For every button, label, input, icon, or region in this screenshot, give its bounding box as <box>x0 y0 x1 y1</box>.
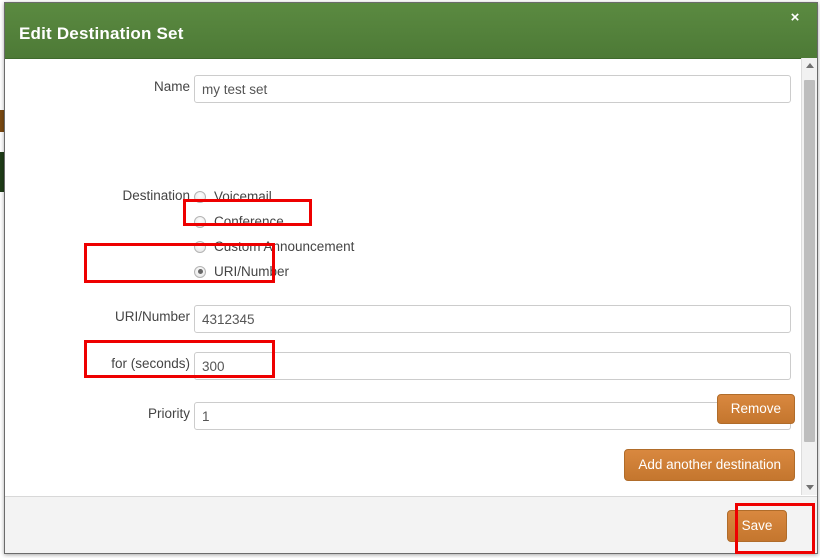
radio-option-label: URI/Number <box>214 264 290 279</box>
radio-dot-selected-icon <box>194 265 206 278</box>
close-icon[interactable]: × <box>787 10 803 26</box>
dialog-body: Name Destination Voicemail Conference Cu… <box>5 59 817 496</box>
radio-dot-icon <box>194 215 206 228</box>
dialog-title: Edit Destination Set <box>19 24 184 43</box>
save-button[interactable]: Save <box>727 510 787 542</box>
radio-option-custom-announcement[interactable]: Custom Announcement <box>194 234 354 259</box>
form-row-priority: Priority <box>5 402 795 432</box>
remove-button[interactable]: Remove <box>716 394 795 424</box>
form-row-uri-number: URI/Number <box>5 305 795 335</box>
uri-number-label: URI/Number <box>114 309 190 324</box>
name-label: Name <box>153 79 190 94</box>
priority-label: Priority <box>147 406 190 421</box>
destination-radio-group: Voicemail Conference Custom Announcement… <box>194 184 354 284</box>
form-row-name: Name <box>5 75 795 105</box>
radio-dot-icon <box>194 190 206 203</box>
radio-dot-icon <box>194 240 206 253</box>
scroll-down-arrow-icon[interactable] <box>802 479 817 495</box>
form-row-for-seconds: for (seconds) <box>5 352 795 382</box>
destination-label: Destination <box>122 188 190 203</box>
radio-option-label: Voicemail <box>214 189 272 204</box>
priority-input[interactable] <box>194 402 791 430</box>
radio-option-label: Conference <box>214 214 284 229</box>
dialog-header: Edit Destination Set × <box>5 3 817 59</box>
scrollbar-thumb[interactable] <box>804 80 815 442</box>
vertical-scrollbar[interactable] <box>801 58 817 495</box>
name-input[interactable] <box>194 75 791 103</box>
radio-option-uri-number[interactable]: URI/Number <box>194 259 354 284</box>
scroll-up-arrow-icon[interactable] <box>802 58 817 74</box>
dialog-footer: Save <box>5 496 817 553</box>
radio-option-voicemail[interactable]: Voicemail <box>194 184 354 209</box>
uri-number-input[interactable] <box>194 305 791 333</box>
for-seconds-label: for (seconds) <box>111 356 190 371</box>
for-seconds-input[interactable] <box>194 352 791 380</box>
add-another-destination-button[interactable]: Add another destination <box>624 449 795 481</box>
edit-destination-set-dialog: Edit Destination Set × Name Destination … <box>4 2 818 554</box>
radio-option-conference[interactable]: Conference <box>194 209 354 234</box>
radio-option-label: Custom Announcement <box>214 239 355 254</box>
